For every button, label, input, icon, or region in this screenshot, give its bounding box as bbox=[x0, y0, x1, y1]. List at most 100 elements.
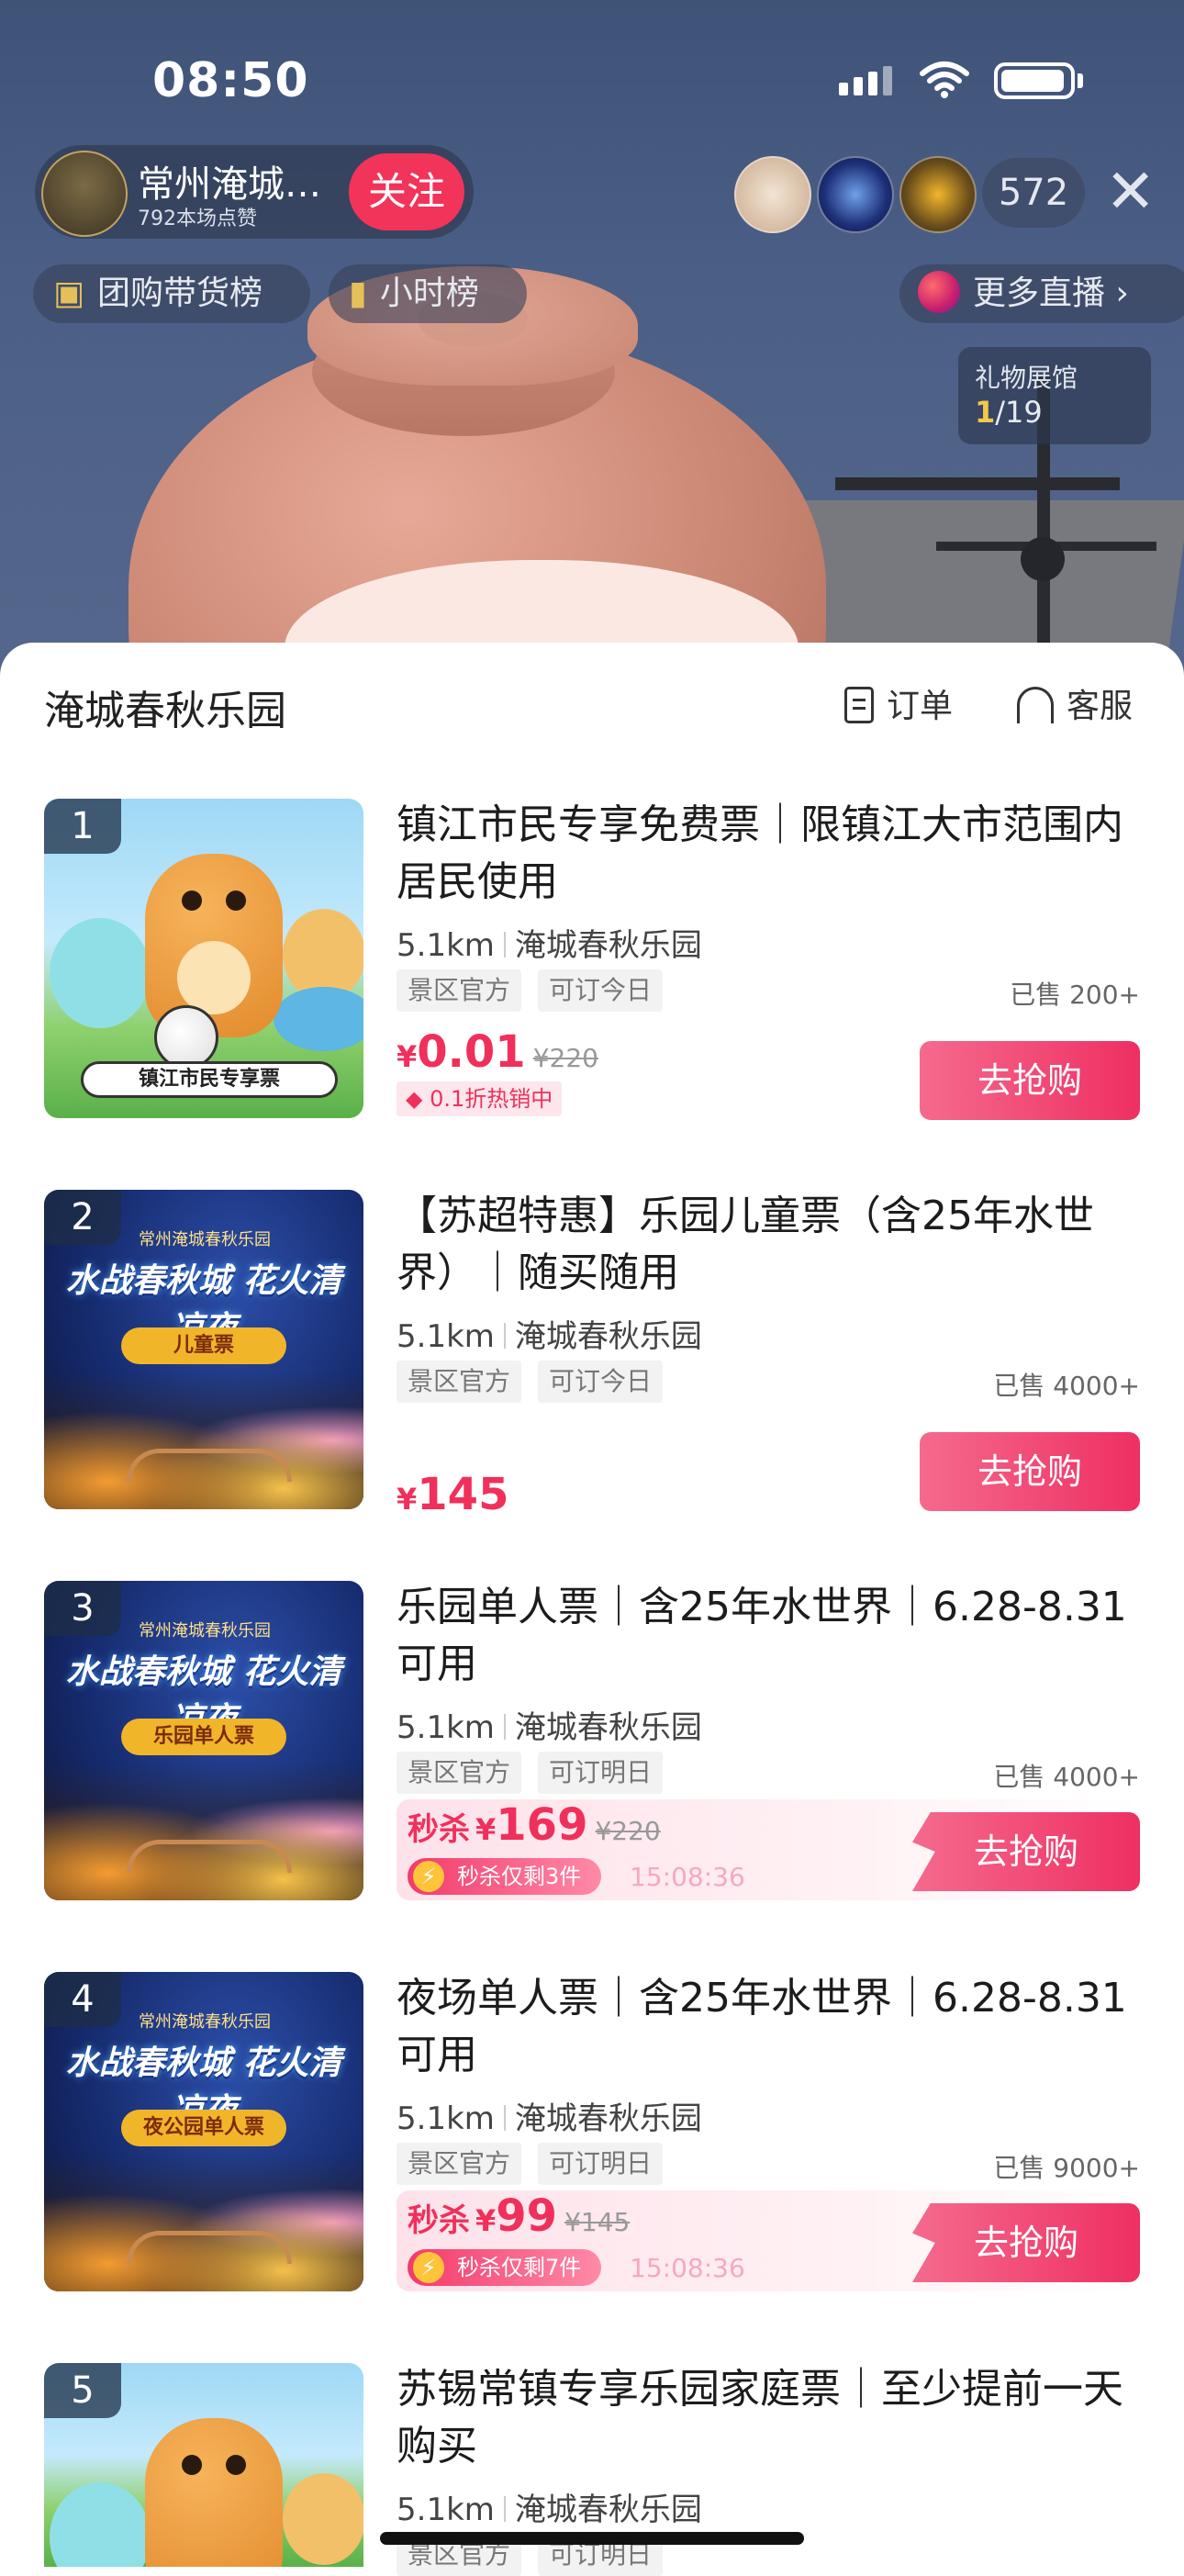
viewer-avatar[interactable] bbox=[899, 156, 977, 233]
product-title[interactable]: 【苏超特惠】乐园儿童票（含25年水世界）｜随买随用 bbox=[397, 1188, 1140, 1302]
order-icon bbox=[844, 687, 874, 723]
thumb-ticket-type: 儿童票 bbox=[121, 1327, 286, 1364]
price: ¥145 bbox=[397, 1469, 509, 1520]
lightning-icon: ⚡ bbox=[413, 2252, 444, 2283]
rank-badge: 5 bbox=[44, 2363, 121, 2418]
dino-belly bbox=[177, 941, 251, 1014]
price: ¥0.01 ¥220 bbox=[397, 1026, 598, 1078]
mascot-figure bbox=[274, 987, 363, 1051]
bar-chart-icon: ▮ bbox=[349, 274, 367, 312]
product-thumbnail[interactable]: 常州淹城春秋乐园 水战春秋城 花火清凉夜 夜公园单人票 4 bbox=[44, 1972, 363, 2291]
shop-icon: ▣ bbox=[53, 274, 85, 312]
product-location: 5.1km 淹城春秋乐园 bbox=[397, 927, 702, 964]
product-thumbnail[interactable]: 镇江市民专享票 1 bbox=[44, 799, 363, 1118]
tag-bookable: 可订明日 bbox=[538, 1752, 664, 1794]
follow-button[interactable]: 关注 bbox=[349, 153, 464, 230]
lightning-icon: ⚡ bbox=[413, 1861, 444, 1892]
tag-bookable: 可订明日 bbox=[538, 2143, 664, 2185]
dinosaur-mascot bbox=[145, 854, 283, 1037]
product-title[interactable]: 夜场单人票｜含25年水世界｜6.28-8.31可用 bbox=[397, 1970, 1140, 2084]
tag-official: 景区官方 bbox=[397, 2143, 522, 2185]
fireworks-scene bbox=[44, 2154, 363, 2291]
dino-eye bbox=[182, 890, 202, 911]
order-label: 订单 bbox=[887, 688, 954, 725]
mascot-figure bbox=[50, 918, 151, 1028]
buy-button[interactable]: 去抢购 bbox=[912, 1812, 1140, 1891]
dino-eye bbox=[226, 890, 246, 911]
dino-eye bbox=[182, 2455, 202, 2475]
buy-button[interactable]: 去抢购 bbox=[912, 2203, 1140, 2282]
home-indicator[interactable] bbox=[380, 2532, 804, 2545]
product-title[interactable]: 苏锡常镇专享乐园家庭票｜至少提前一天购买 bbox=[397, 2361, 1140, 2475]
fireworks-scene bbox=[44, 1372, 363, 1509]
viewer-count[interactable]: 572 bbox=[982, 158, 1085, 228]
buy-button[interactable]: 去抢购 bbox=[920, 1432, 1140, 1511]
bridge-scene bbox=[127, 1840, 292, 1873]
viewer-avatar[interactable] bbox=[734, 156, 811, 233]
discount-badge: ◆ 0.1折热销中 bbox=[397, 1081, 563, 1116]
chip-label: 更多直播 › bbox=[973, 274, 1129, 312]
mascot-figure bbox=[50, 2482, 151, 2567]
tag-official: 景区官方 bbox=[397, 1361, 522, 1403]
product-thumbnail[interactable]: 常州淹城春秋乐园 水战春秋城 花火清凉夜 儿童票 2 bbox=[44, 1190, 363, 1509]
battery-cap bbox=[1078, 73, 1083, 88]
tag-official: 景区官方 bbox=[397, 1752, 522, 1794]
sold-count: 已售 200+ bbox=[1010, 980, 1140, 1010]
dino-eye bbox=[226, 2455, 246, 2475]
rank-badge: 4 bbox=[44, 1972, 121, 2027]
avatar[interactable] bbox=[41, 151, 128, 237]
stock-badge: ⚡ 秒杀仅剩3件 bbox=[408, 1858, 602, 1895]
product-location: 5.1km 淹城春秋乐园 bbox=[397, 2492, 702, 2528]
thumb-subtitle: 常州淹城春秋乐园 bbox=[139, 2012, 271, 2032]
buy-button[interactable]: 去抢购 bbox=[920, 1041, 1140, 1120]
customer-service-button[interactable]: 客服 bbox=[1017, 679, 1133, 727]
countdown-timer: 15:08:36 bbox=[630, 2253, 745, 2283]
streamer-name[interactable]: 常州淹城… bbox=[138, 154, 321, 207]
status-time: 08:50 bbox=[152, 53, 309, 108]
tag-bookable: 可订今日 bbox=[538, 1361, 664, 1403]
battery-icon bbox=[994, 62, 1075, 99]
gift-gallery-count: 1/19 bbox=[975, 395, 1043, 430]
product-title[interactable]: 镇江市民专享免费票｜限镇江大市范围内居民使用 bbox=[397, 797, 1140, 911]
thumb-subtitle: 常州淹城春秋乐园 bbox=[139, 1621, 271, 1641]
chip-label: 团购带货榜 bbox=[97, 274, 263, 312]
sold-count: 已售 4000+ bbox=[993, 1762, 1140, 1792]
thumb-ticket-type: 乐园单人票 bbox=[121, 1719, 286, 1755]
countdown-timer: 15:08:36 bbox=[630, 1862, 745, 1892]
product-thumbnail[interactable]: 5 bbox=[44, 2363, 363, 2567]
rank-badge: 3 bbox=[44, 1581, 121, 1636]
bridge-scene bbox=[127, 2231, 292, 2264]
bridge-scene bbox=[127, 1449, 292, 1482]
mascot-figure bbox=[283, 2473, 363, 2565]
pole-scenery bbox=[1021, 537, 1065, 581]
sheet-title: 淹城春秋乐园 bbox=[44, 688, 286, 734]
fireworks-scene bbox=[44, 1763, 363, 1900]
dinosaur-mascot bbox=[145, 2418, 283, 2567]
rank-badge: 2 bbox=[44, 1190, 121, 1245]
product-location: 5.1km 淹城春秋乐园 bbox=[397, 1318, 702, 1355]
cellular-signal-icon bbox=[839, 66, 898, 95]
headset-icon bbox=[1017, 687, 1054, 723]
order-button[interactable]: 订单 bbox=[844, 679, 953, 727]
soccer-ball bbox=[154, 1005, 218, 1070]
viewer-avatar[interactable] bbox=[817, 156, 894, 233]
pole-scenery bbox=[835, 477, 1120, 490]
gift-gallery-title: 礼物展馆 bbox=[975, 363, 1078, 393]
product-location: 5.1km 淹城春秋乐园 bbox=[397, 2100, 702, 2137]
live-icon bbox=[918, 271, 960, 313]
product-location: 5.1km 淹城春秋乐园 bbox=[397, 1709, 702, 1746]
tag-official: 景区官方 bbox=[397, 969, 522, 1012]
stock-badge: ⚡ 秒杀仅剩7件 bbox=[408, 2249, 602, 2286]
tag-bookable: 可订今日 bbox=[538, 969, 664, 1012]
product-title[interactable]: 乐园单人票｜含25年水世界｜6.28-8.31可用 bbox=[397, 1579, 1140, 1693]
hourly-rank-chip[interactable]: ▮ 小时榜 bbox=[329, 264, 527, 323]
close-icon[interactable]: ✕ bbox=[1105, 162, 1156, 222]
sold-count: 已售 9000+ bbox=[993, 2153, 1140, 2183]
flash-price: 秒杀 ¥169 ¥220 bbox=[408, 1799, 661, 1851]
more-live-chip[interactable]: 更多直播 › bbox=[899, 264, 1184, 323]
rank-badge: 1 bbox=[44, 799, 121, 854]
wifi-icon bbox=[920, 61, 969, 103]
flash-price: 秒杀 ¥99 ¥145 bbox=[408, 2190, 631, 2242]
product-thumbnail[interactable]: 常州淹城春秋乐园 水战春秋城 花火清凉夜 乐园单人票 3 bbox=[44, 1581, 363, 1900]
group-buy-rank-chip[interactable]: ▣ 团购带货榜 bbox=[33, 264, 310, 323]
